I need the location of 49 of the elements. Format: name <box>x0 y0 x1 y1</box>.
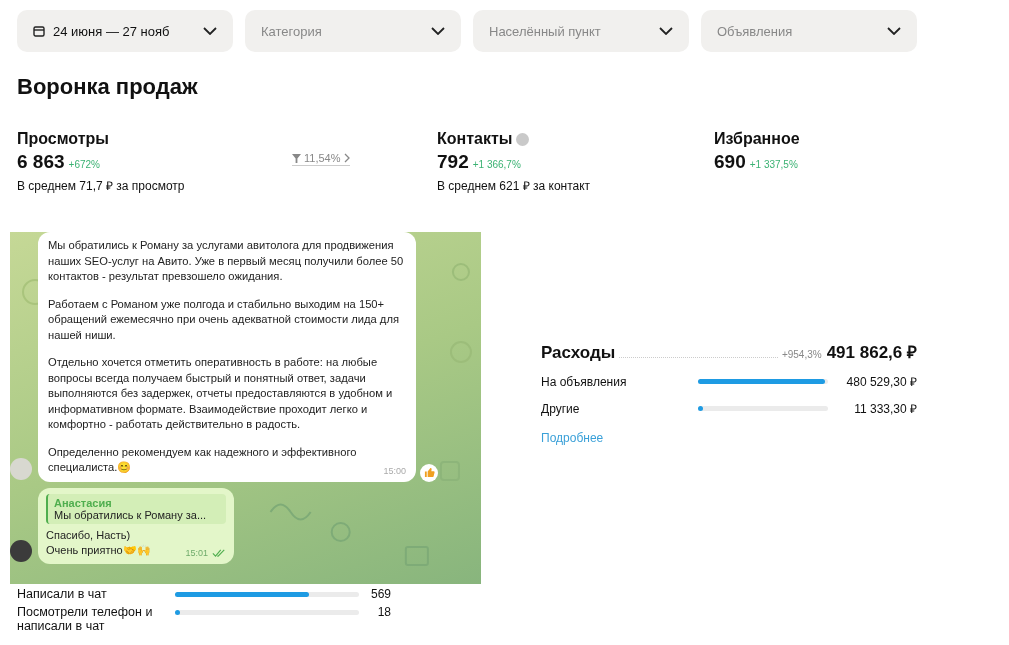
expense-label: Другие <box>541 401 581 416</box>
message-text: Очень приятно🤝🙌 <box>46 542 152 558</box>
funnel-label: Посмотрели телефон и написали в чат <box>17 605 154 633</box>
message-text: Спасибо, Насть) <box>46 527 132 543</box>
chevron-down-icon <box>203 27 217 35</box>
metric-label: Просмотры <box>17 130 109 148</box>
metric-note: В среднем 621 ₽ за контакт <box>437 178 592 194</box>
metric-change: +1 366,7% <box>472 159 521 170</box>
expenses-change: +954,3% <box>781 349 822 360</box>
message-text: Определенно рекомендуем как надежного и эффективного специалиста.😊 <box>48 444 358 475</box>
funnel-label: Написали в чат <box>17 587 108 601</box>
message-text: Отдельно хочется отметить оперативность в работе: на любые вопросы всегда получаем быстрый и понятный ответ, задачи выполняются без задержек, отчеты предоставляются в удобном и информативном формате. Взаимодействие проходит легко и комфортно - работать действительно в радость. <box>48 355 394 432</box>
calendar-icon <box>33 25 45 37</box>
thumbs-up-reaction-icon[interactable] <box>420 463 438 482</box>
message-text: Работаем с Романом уже полгода и стабильно выходим на 150+ обращений ежемесячно при очень адекватной стоимости лида для нашей ниши. <box>48 296 400 343</box>
funnel-value: 18 <box>376 605 391 619</box>
metric-value: 792 <box>437 151 469 173</box>
chevron-right-icon <box>343 153 350 163</box>
metric-change: +1 337,5% <box>749 159 798 170</box>
filter-dropdown[interactable]: Категория <box>245 10 461 52</box>
message-text: Мы обратились к Роману за услугами авитолога для продвижения наших SEO-услуг на Авито. Уже в первый месяц получили более 50 контактов - результат превзошело ожидания. <box>48 238 405 284</box>
metric-value: 690 <box>714 151 746 173</box>
chevron-down-icon <box>431 27 445 35</box>
metric-value: 6 863 <box>17 151 65 173</box>
date-range-dropdown[interactable]: 24 июня — 27 нояб <box>17 10 233 52</box>
filter-dropdown[interactable]: Объявления <box>701 10 917 52</box>
reply-quote[interactable]: Анастасия Мы обратились к Роману за... <box>46 493 226 524</box>
chevron-down-icon <box>659 27 673 35</box>
message-time: 15:01 <box>185 547 208 558</box>
avatar[interactable] <box>10 539 32 562</box>
reply-author: Анастасия <box>54 496 113 509</box>
conversion-link[interactable]: 11,54% <box>292 152 350 166</box>
expense-value: 11 333,30 ₽ <box>853 401 917 417</box>
metric-note: В среднем 71,7 ₽ за просмотр <box>17 178 186 194</box>
funnel-value: 569 <box>369 587 391 601</box>
metric-change: +672% <box>68 159 100 170</box>
details-link[interactable]: Подробнее <box>541 431 604 445</box>
message-time: 15:00 <box>383 465 406 476</box>
expenses-title: Расходы <box>541 343 616 363</box>
funnel-icon <box>292 153 301 163</box>
reply-text: Мы обратились к Роману за... <box>54 508 208 521</box>
chevron-down-icon <box>887 27 901 35</box>
page-title: Воронка продаж <box>17 74 199 100</box>
filter-dropdown[interactable]: Населённый пункт <box>473 10 689 52</box>
metric-label: Контакты <box>437 130 513 148</box>
expense-value: 480 529,30 ₽ <box>845 374 917 390</box>
expense-label: На объявления <box>541 374 628 389</box>
expenses-total: 491 862,6 ₽ <box>826 342 917 363</box>
metric-label: Избранное <box>714 130 800 148</box>
